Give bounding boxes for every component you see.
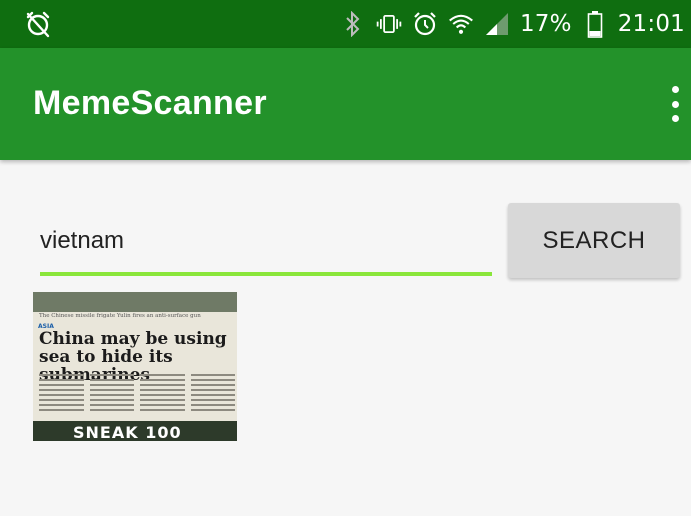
newspaper-photo [33, 292, 237, 312]
result-thumbnail[interactable]: The Chinese missile frigate Yulin fires … [33, 292, 237, 441]
app-title: MemeScanner [33, 84, 267, 122]
search-input[interactable] [40, 220, 492, 262]
battery-icon [582, 11, 608, 38]
alarm-icon [412, 11, 438, 37]
vibrate-icon [376, 11, 402, 37]
bluetooth-icon [340, 11, 366, 37]
newspaper-banner: SNEAK 100 [73, 423, 182, 441]
newspaper-body-text [39, 374, 235, 422]
signal-icon [484, 11, 510, 37]
battery-percentage: 17% [519, 11, 572, 37]
search-input-underline [40, 272, 492, 276]
app-bar: MemeScanner [0, 48, 691, 160]
clock: 21:01 [617, 11, 685, 37]
search-button[interactable]: SEARCH [508, 203, 680, 278]
overflow-menu-icon[interactable] [665, 86, 685, 122]
alarm-off-icon [24, 10, 52, 38]
newspaper-caption: The Chinese missile frigate Yulin fires … [39, 313, 201, 319]
wifi-icon [448, 11, 474, 37]
status-bar: 17% 21:01 [0, 0, 691, 48]
